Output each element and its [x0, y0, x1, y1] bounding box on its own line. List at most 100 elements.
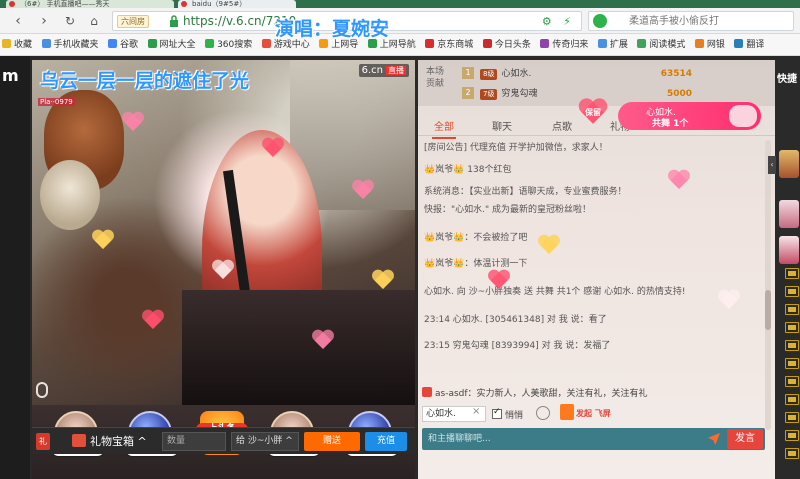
gift-mini-icon[interactable]: [785, 448, 799, 459]
send-gift-button[interactable]: 赠送: [304, 432, 360, 451]
coin-count: 63514: [660, 69, 692, 79]
bookmark-item[interactable]: 翻译: [732, 34, 768, 55]
tab-favicon-icon: [181, 1, 187, 7]
guard-heart-icon[interactable]: 保留: [578, 100, 608, 126]
gift-mini-icon[interactable]: [785, 268, 799, 279]
scrollbar-thumb[interactable]: [765, 290, 771, 330]
bookmark-icon: [108, 39, 118, 48]
private-checkbox[interactable]: 悄悄: [492, 407, 523, 421]
singer-title-overlay: 演唱：夏婉安: [275, 18, 390, 40]
collapse-arrow-icon[interactable]: ‹: [768, 156, 776, 174]
bookmark-icon: [694, 39, 704, 48]
gift-mini-icon[interactable]: [785, 304, 799, 315]
gift-mini-icon[interactable]: [785, 358, 799, 369]
bookmark-item[interactable]: 谷歌: [106, 34, 142, 55]
live-room-page: m 乌云一层一层的遮住了光 6.cn直播 Pla··0979 👑岚爷👑: [0, 56, 800, 479]
close-icon[interactable]: ×: [472, 406, 480, 417]
heart-icon: [262, 138, 284, 158]
tab-title: （6#） 手机直播吧——秀天: [20, 0, 110, 8]
chat-message: as-asdf：实力新人，人美歌甜，关注有礼，关注有礼: [422, 386, 648, 399]
site-logo[interactable]: m: [2, 66, 19, 85]
guard-banner[interactable]: 心如水. 共舞 1个: [618, 102, 761, 130]
fly-screen-button[interactable]: 发起 飞屏: [560, 404, 611, 420]
gift-box-icon: [72, 434, 86, 447]
bookmark-item[interactable]: 扩展: [596, 34, 632, 55]
gift-mini-icon[interactable]: [785, 412, 799, 423]
forward-arrow-icon[interactable]: ›: [36, 12, 52, 30]
right-rail: 快捷: [775, 56, 800, 479]
gift-mini-icon[interactable]: [785, 322, 799, 333]
tab-all[interactable]: 全部: [432, 118, 456, 139]
bookmark-item[interactable]: 网银: [693, 34, 729, 55]
bookmark-item[interactable]: 收藏: [0, 34, 36, 55]
left-rail: m: [0, 56, 30, 479]
bookmark-item[interactable]: 手机收藏夹: [40, 34, 103, 55]
browser-tab-bar: （6#） 手机直播吧——秀天 baidu（9#5#）: [0, 0, 800, 8]
gift-mini-icon[interactable]: [785, 376, 799, 387]
recommend-thumbnail[interactable]: [779, 200, 799, 228]
fly-screen-icon: [560, 404, 574, 420]
browser-tab[interactable]: baidu（9#5#）: [178, 0, 296, 8]
bookmark-icon: [147, 39, 157, 48]
bookmark-item[interactable]: 阅读模式: [635, 34, 689, 55]
refresh-icon[interactable]: ↻: [62, 12, 78, 30]
search-box[interactable]: [588, 11, 794, 31]
chat-message: 快报："心如水." 成为最新的皇冠粉丝啦！: [424, 205, 592, 215]
ranking-row[interactable]: 2 7级 穷鬼勾魂 5000: [462, 86, 692, 102]
message-icon: [422, 387, 432, 397]
browser-tab-active[interactable]: （6#） 手机直播吧——秀天: [6, 0, 174, 8]
recommend-thumbnail[interactable]: [779, 236, 799, 264]
gift-mini-icon[interactable]: [785, 394, 799, 405]
bookmark-item[interactable]: 传奇归来: [538, 34, 592, 55]
chat-message: 👑岚爷👑 138个红包: [424, 165, 512, 175]
gift-mini-icon[interactable]: [785, 340, 799, 351]
lock-icon: [170, 15, 178, 27]
bookmark-icon: [597, 39, 607, 48]
guard-count: 共舞 1个: [652, 119, 689, 129]
bookmark-item[interactable]: 网址大全: [146, 34, 200, 55]
chat-scrollbar[interactable]: [765, 140, 771, 430]
heart-icon: [142, 310, 164, 330]
tab-songs[interactable]: 点歌: [552, 118, 572, 133]
heart-icon: [212, 260, 234, 280]
search-input[interactable]: [589, 12, 793, 30]
recipient-select[interactable]: 给 沙~小胖 ^: [231, 432, 299, 451]
recharge-button[interactable]: 充值: [365, 432, 407, 451]
gift-box-button[interactable]: 礼物宝箱 ^: [72, 433, 147, 449]
microphone-icon[interactable]: [36, 382, 48, 398]
chat-input[interactable]: [422, 428, 698, 450]
home-icon[interactable]: ⌂: [86, 12, 102, 30]
gift-badge-icon[interactable]: 礼: [36, 433, 50, 450]
bookmark-icon: [41, 39, 51, 48]
video-logo: 6.cn 直播: [358, 64, 409, 77]
chat-message: 👑岚爷👑：不会被捡了吧: [424, 233, 528, 243]
checkbox-icon: [492, 407, 502, 419]
chat-input-bar: 发言: [422, 428, 765, 450]
ranking-row[interactable]: 1 8级 心如水. 63514: [462, 66, 692, 82]
lyric-overlay: 乌云一层一层的遮住了光: [40, 70, 250, 92]
bookmark-icon: [734, 39, 744, 48]
bookmark-icon: [205, 39, 215, 48]
heart-icon: [352, 180, 374, 200]
paper-plane-icon[interactable]: [708, 433, 720, 445]
tab-favicon-icon: [9, 1, 15, 7]
send-message-button[interactable]: 发言: [727, 429, 763, 449]
bookmark-item[interactable]: 京东商城: [423, 34, 477, 55]
bookmark-item[interactable]: 360搜索: [203, 34, 256, 55]
site-badge: 六间房: [117, 15, 149, 28]
security-icon[interactable]: ⚙ ⚡: [542, 15, 575, 28]
chat-messages: [房间公告] 代理充值 开学护加微信，求家人！ 👑岚爷👑 138个红包 系统消息…: [418, 140, 763, 400]
bookmark-item[interactable]: 今日头条: [481, 34, 535, 55]
quantity-select[interactable]: 数量: [162, 432, 226, 451]
recommend-thumbnail[interactable]: [779, 150, 799, 178]
chat-message: 系统消息：【实业出新】语聊天成，专业蜜费服务！: [424, 187, 627, 197]
gift-mini-icon[interactable]: [785, 286, 799, 297]
chat-panel: 本场贡献 1 8级 心如水. 63514 2 7级 穷鬼勾魂 5000 保留 心如水. …: [418, 60, 775, 479]
tab-chat[interactable]: 聊天: [492, 118, 512, 133]
gift-mini-icon[interactable]: [785, 430, 799, 441]
bookmark-icon: [425, 39, 435, 48]
back-arrow-icon[interactable]: ‹: [10, 12, 26, 30]
bookmark-icon: [261, 39, 271, 48]
live-video[interactable]: 乌云一层一层的遮住了光 6.cn 直播 Pla··0979: [32, 60, 415, 405]
emoji-icon[interactable]: [536, 406, 550, 420]
